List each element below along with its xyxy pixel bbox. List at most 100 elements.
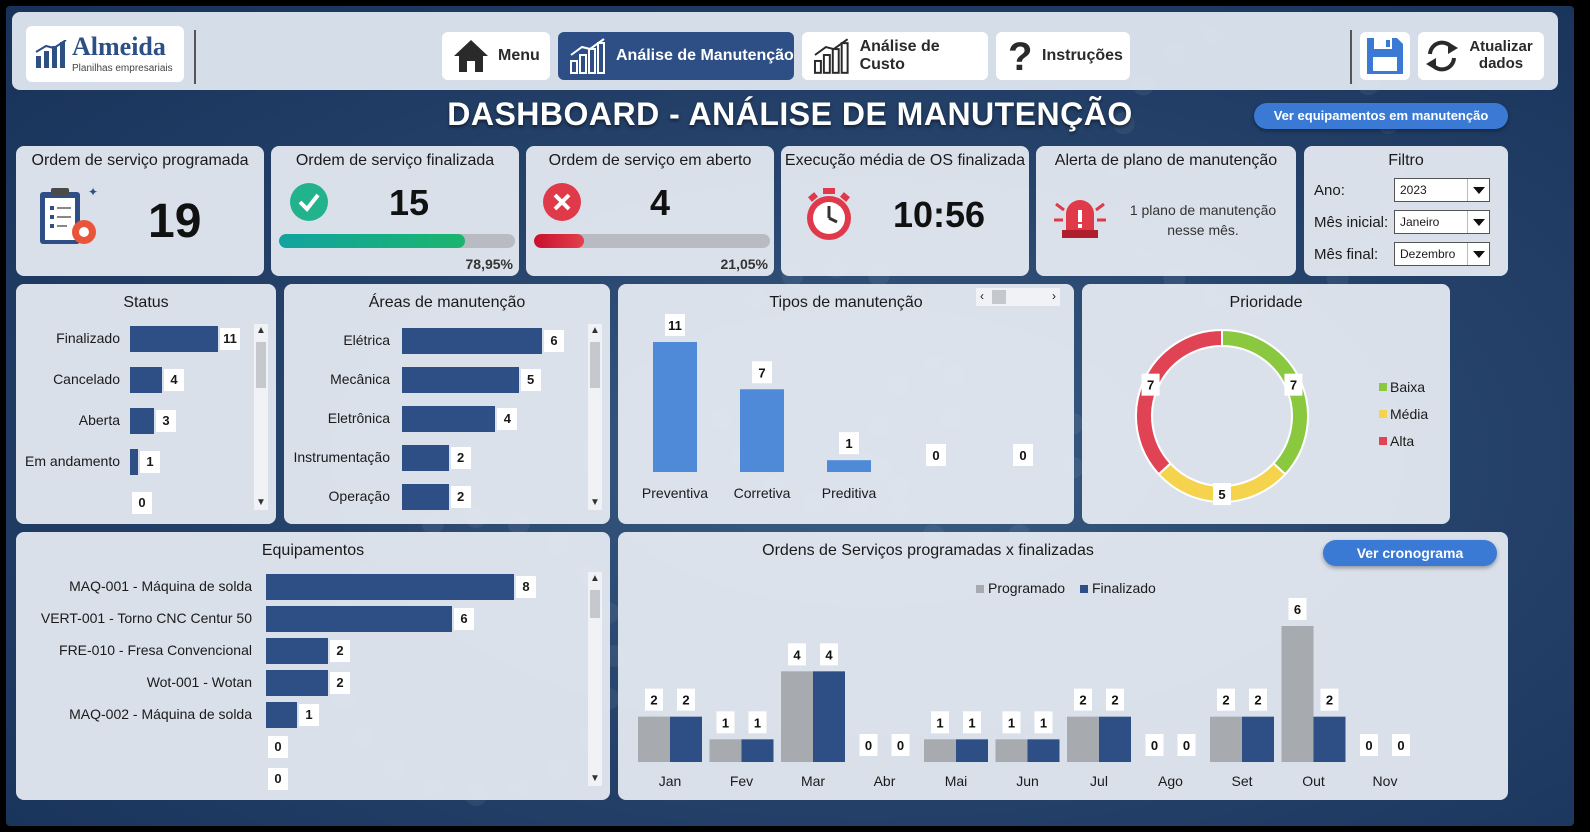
cost-analysis-button[interactable]: Análise de Custo	[802, 32, 988, 80]
chevron-down-icon	[1467, 243, 1489, 265]
scroll-up-icon[interactable]: ▲	[588, 324, 602, 338]
order-bar-finalizado	[1027, 739, 1060, 762]
month-label: Mai	[945, 773, 968, 789]
scrollbar-thumb[interactable]	[256, 342, 266, 388]
refresh-data-button[interactable]: Atualizar dados	[1418, 32, 1544, 80]
start-month-select[interactable]: Janeiro	[1394, 210, 1490, 234]
bar	[130, 326, 218, 352]
month-label: Set	[1231, 773, 1252, 789]
kpi-alert-text-line2: nesse mês.	[1167, 222, 1239, 238]
check-circle-icon	[290, 183, 328, 221]
bar-label: Wot-001 - Wotan	[146, 674, 252, 690]
bar	[402, 328, 542, 354]
bar	[266, 606, 452, 632]
order-bar-programado	[1281, 626, 1314, 762]
bar-value-label: 2	[330, 640, 350, 662]
priority-panel: Prioridade 7 Baixa 5 Média 7 Alta	[1082, 284, 1450, 524]
maintenance-types-panel: Tipos de manutenção ‹ › 11 Preventiva 7 Cor…	[618, 284, 1074, 524]
kpi-alert-title: Alerta de plano de manutenção	[1054, 152, 1278, 169]
legend-swatch	[1379, 437, 1387, 445]
scroll-up-icon[interactable]: ▲	[254, 324, 268, 338]
equipment-scrollbar[interactable]: ▲ ▼	[588, 572, 602, 786]
bar-label: MAQ-002 - Máquina de solda	[69, 706, 252, 722]
chevron-down-icon	[1467, 211, 1489, 233]
month-label: Ago	[1158, 773, 1183, 789]
view-equipment-maintenance-button[interactable]: Ver equipamentos em manutenção	[1254, 103, 1508, 129]
end-month-select[interactable]: Dezembro	[1394, 242, 1490, 266]
year-select[interactable]: 2023	[1394, 178, 1490, 202]
order-bar-finalizado	[1099, 716, 1131, 762]
menu-button[interactable]: Menu	[442, 32, 550, 80]
legend-label: Média	[1390, 406, 1428, 422]
clipboard-icon: ✦	[40, 185, 98, 244]
kpi-finished-percent: 78,95%	[465, 256, 513, 272]
type-value-label: 0	[932, 448, 939, 463]
order-value-label: 0	[1397, 738, 1404, 753]
kpi-open-progress-bar	[534, 234, 770, 248]
bar	[130, 408, 154, 434]
kpi-average-execution: Execução média de OS finalizada 10:56	[781, 146, 1029, 276]
donut-value-label: 7	[1290, 378, 1297, 393]
end-month-label: Mês final:	[1314, 246, 1379, 263]
orders-bar-chart: 2 2 Jan 1 1 Fev 4 4 Mar 0 0 Abr 1 1 Mai 1 1 Jun 2 2 Jul 0 0 Ago…	[638, 598, 1410, 789]
kpi-finished-progress-bar	[279, 234, 515, 248]
kpi-scheduled-value: 19	[148, 195, 202, 248]
bar	[402, 406, 496, 432]
type-bar	[740, 389, 784, 472]
bar-value-label: 5	[520, 369, 541, 391]
order-value-label: 0	[897, 738, 904, 753]
kpi-open-progress-fill	[534, 234, 584, 248]
bar-label: Cancelado	[53, 371, 120, 387]
company-logo: Almeida Planilhas empresariais	[26, 26, 184, 82]
floppy-disk-icon	[1367, 38, 1403, 74]
scroll-down-icon[interactable]: ▼	[588, 772, 602, 786]
stopwatch-icon	[807, 188, 851, 240]
bar	[130, 449, 138, 475]
kpi-finished-orders: Ordem de serviço finalizada 15 78,95%	[271, 146, 519, 276]
kpi-scheduled-orders: Ordem de serviço programada ✦ 19	[16, 146, 264, 276]
bar-value-label: 0	[268, 768, 288, 790]
start-month-select-value: Janeiro	[1400, 215, 1440, 229]
bar	[402, 367, 519, 393]
scrollbar-thumb[interactable]	[590, 590, 600, 618]
bar-value-label: 0	[268, 736, 288, 758]
scrollbar-thumb[interactable]	[590, 342, 600, 388]
status-scrollbar[interactable]: ▲ ▼	[254, 324, 268, 510]
scroll-up-icon[interactable]: ▲	[588, 572, 602, 586]
order-bar-finalizado	[670, 716, 702, 762]
scroll-down-icon[interactable]: ▼	[588, 496, 602, 510]
order-value-label: 2	[650, 693, 657, 708]
bar-value-label: 11	[220, 328, 240, 350]
bar-label: MAQ-001 - Máquina de solda	[69, 578, 252, 594]
donut-value-label: 7	[1147, 378, 1154, 393]
growth-chart-icon	[813, 38, 849, 74]
refresh-icon	[1426, 40, 1458, 72]
order-value-label: 0	[865, 738, 872, 753]
save-button[interactable]	[1360, 32, 1410, 80]
order-value-label: 0	[1365, 738, 1372, 753]
order-bar-finalizado	[956, 739, 988, 762]
growth-chart-icon	[570, 38, 605, 74]
type-value-label: 11	[668, 318, 682, 333]
scroll-down-icon[interactable]: ▼	[254, 496, 268, 510]
order-value-label: 4	[793, 647, 801, 662]
order-value-label: 1	[1040, 715, 1047, 730]
orders-chart-panel: Ordens de Serviços programadas x finaliz…	[618, 532, 1508, 800]
order-value-label: 0	[1151, 738, 1158, 753]
legend-swatch	[1379, 383, 1387, 391]
kpi-scheduled-title: Ordem de serviço programada	[31, 152, 249, 169]
order-value-label: 2	[1254, 693, 1261, 708]
month-label: Mar	[801, 773, 825, 789]
type-category-label: Preventiva	[642, 485, 708, 501]
areas-scrollbar[interactable]: ▲ ▼	[588, 324, 602, 510]
logo-tagline: Planilhas empresariais	[72, 63, 173, 74]
areas-title: Áreas de manutenção	[368, 294, 526, 311]
kpi-average-title: Execução média de OS finalizada	[784, 152, 1026, 169]
maintenance-analysis-button[interactable]: Análise de Manutenção	[558, 32, 794, 80]
status-panel: Status Finalizado 11 Cancelado 4 Aberta 3 Em a…	[16, 284, 276, 524]
logo-name: Almeida	[72, 32, 166, 61]
order-value-label: 0	[1183, 738, 1190, 753]
type-category-label: Corretiva	[734, 485, 791, 501]
instructions-button[interactable]: ? Instruções	[996, 32, 1130, 80]
type-category-label: Preditiva	[822, 485, 877, 501]
